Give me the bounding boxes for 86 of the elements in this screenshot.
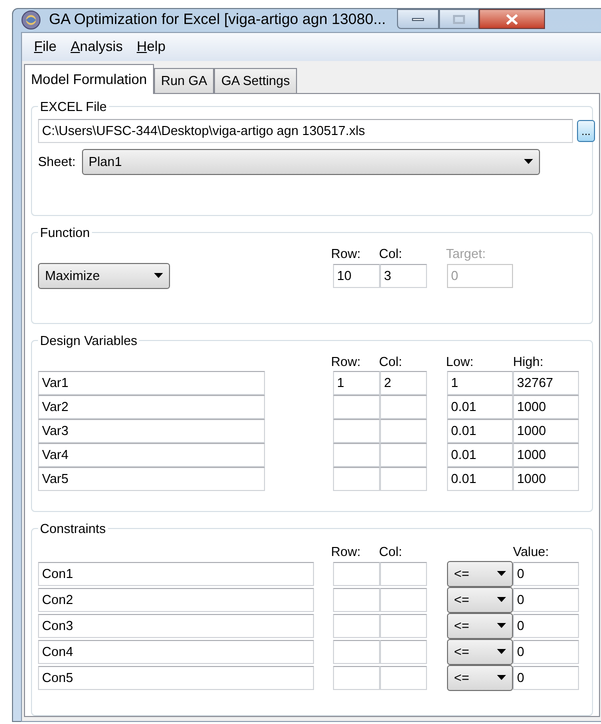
field-label: Col:: [379, 542, 404, 561]
col-field[interactable]: [380, 418, 427, 442]
app-icon: [21, 10, 41, 30]
col-field[interactable]: [380, 614, 427, 638]
caret-icon: [154, 273, 163, 278]
caret-icon: [497, 597, 506, 602]
caret-icon: [497, 675, 506, 680]
field-label: Sheet:: [38, 152, 76, 171]
tab[interactable]: Run GA: [154, 68, 214, 92]
operator-dropdown[interactable]: <=: [447, 664, 513, 690]
variable-name-field[interactable]: Var4: [38, 442, 265, 466]
high-field[interactable]: 32767: [513, 370, 579, 394]
value-field[interactable]: 0: [513, 666, 579, 690]
col-field[interactable]: [380, 394, 427, 418]
constraint-name-field[interactable]: Con2: [38, 588, 314, 612]
row-field[interactable]: [333, 666, 380, 690]
row-field[interactable]: [333, 562, 380, 586]
value-field[interactable]: 0: [513, 562, 579, 586]
col-field[interactable]: [380, 442, 427, 466]
col-field[interactable]: 3: [380, 264, 427, 288]
operator-dropdown[interactable]: <=: [447, 638, 513, 664]
row-field[interactable]: [333, 588, 380, 612]
col-field[interactable]: [380, 666, 427, 690]
field-label: Row:: [331, 244, 362, 263]
low-field[interactable]: 1: [447, 370, 513, 394]
close-button[interactable]: [478, 9, 545, 29]
variable-name-field[interactable]: Var1: [38, 370, 265, 394]
field-label: Target:: [446, 244, 487, 263]
variable-name-field[interactable]: Var2: [38, 394, 265, 418]
field-label: High:: [513, 352, 544, 371]
col-field[interactable]: [380, 466, 427, 490]
high-field[interactable]: 1000: [513, 442, 579, 466]
menu-item[interactable]: Help: [134, 36, 168, 57]
value-field[interactable]: 0: [513, 614, 579, 638]
variable-name-field[interactable]: Var3: [38, 418, 265, 442]
function-dropdown[interactable]: Maximize: [38, 262, 170, 288]
col-field[interactable]: 2: [380, 370, 427, 394]
operator-dropdown[interactable]: <=: [447, 586, 513, 612]
sheet-dropdown[interactable]: Plan1: [82, 148, 540, 174]
minimize-button[interactable]: [396, 9, 439, 29]
constraint-name-field[interactable]: Con4: [38, 640, 314, 664]
field-label: Row:: [331, 352, 362, 371]
field-label: Value:: [513, 542, 550, 561]
constraint-name-field[interactable]: Con3: [38, 614, 314, 638]
row-field[interactable]: 10: [333, 264, 380, 288]
row-field[interactable]: [333, 640, 380, 664]
tab[interactable]: GA Settings: [214, 68, 297, 92]
caret-icon: [497, 571, 506, 576]
row-field[interactable]: [333, 394, 380, 418]
caret-icon: [497, 649, 506, 654]
value-field[interactable]: 0: [513, 588, 579, 612]
col-field[interactable]: [380, 588, 427, 612]
operator-dropdown[interactable]: <=: [447, 560, 513, 586]
caret-icon: [497, 623, 506, 628]
low-field[interactable]: 0.01: [447, 442, 513, 466]
file-path-field[interactable]: C:\Users\UFSC-344\Desktop\viga-artigo agn 130517.xls: [38, 118, 573, 142]
low-field[interactable]: 0.01: [447, 418, 513, 442]
caret-icon: [524, 159, 533, 164]
constraint-name-field[interactable]: Con5: [38, 666, 314, 690]
field-label: Row:: [331, 542, 362, 561]
menu-item[interactable]: File: [32, 36, 59, 57]
constraint-name-field[interactable]: Con1: [38, 562, 314, 586]
col-field[interactable]: [380, 640, 427, 664]
row-field[interactable]: [333, 418, 380, 442]
browse-button[interactable]: ...: [577, 120, 595, 142]
row-field[interactable]: [333, 614, 380, 638]
field-label: Low:: [446, 352, 474, 371]
row-field[interactable]: [333, 466, 380, 490]
low-field[interactable]: 0.01: [447, 394, 513, 418]
high-field[interactable]: 1000: [513, 418, 579, 442]
maximize-button[interactable]: [438, 9, 479, 29]
high-field[interactable]: 1000: [513, 394, 579, 418]
close-icon: [506, 14, 518, 24]
variable-name-field[interactable]: Var5: [38, 466, 265, 490]
row-field[interactable]: 1: [333, 370, 380, 394]
window-title: GA Optimization for Excel [viga-artigo agn 13080...: [49, 10, 386, 30]
field-label: Col:: [379, 352, 404, 371]
tab[interactable]: Model Formulation: [24, 64, 154, 94]
value-field[interactable]: 0: [513, 640, 579, 664]
low-field[interactable]: 0.01: [447, 466, 513, 490]
row-field[interactable]: [333, 442, 380, 466]
high-field[interactable]: 1000: [513, 466, 579, 490]
field-label: Col:: [379, 244, 404, 263]
menu-item[interactable]: Analysis: [68, 36, 125, 57]
operator-dropdown[interactable]: <=: [447, 612, 513, 638]
col-field[interactable]: [380, 562, 427, 586]
